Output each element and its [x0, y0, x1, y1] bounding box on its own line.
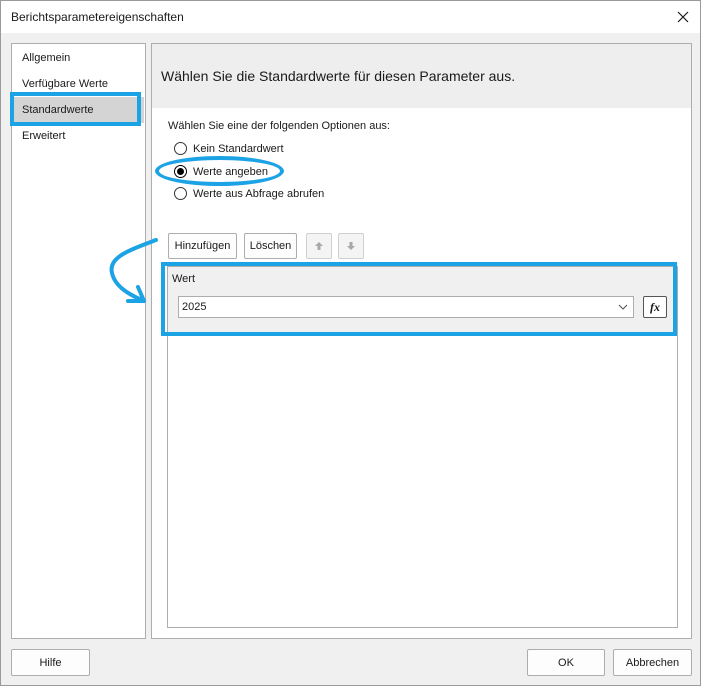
sidebar-item-standardwerte[interactable]: Standardwerte — [13, 97, 144, 123]
dialog: Berichtsparametereigenschaften Allgemein… — [0, 0, 701, 686]
help-button[interactable]: Hilfe — [11, 649, 90, 676]
value-combobox[interactable]: 2025 — [178, 296, 634, 318]
radio-label: Werte aus Abfrage abrufen — [193, 187, 325, 200]
move-up-button[interactable] — [306, 233, 332, 259]
sidebar-item-erweitert[interactable]: Erweitert — [13, 123, 144, 149]
grid-header: Wert — [168, 267, 677, 289]
sidebar-nav: Allgemein Verfügbare Werte Standardwerte… — [11, 43, 146, 639]
radio-kein-standardwert[interactable]: Kein Standardwert — [174, 142, 284, 155]
sidebar-item-allgemein[interactable]: Allgemein — [13, 45, 144, 71]
sidebar-item-verfuegbare-werte[interactable]: Verfügbare Werte — [13, 71, 144, 97]
arrow-up-icon — [315, 242, 323, 250]
value-text: 2025 — [182, 301, 207, 313]
page-title: Wählen Sie die Standardwerte für diesen … — [161, 68, 516, 84]
column-header-wert: Wert — [172, 273, 196, 285]
radio-label: Kein Standardwert — [193, 142, 284, 155]
values-grid: Wert 2025 fx — [167, 266, 678, 628]
radio-dot — [177, 168, 184, 175]
table-row: 2025 fx — [168, 289, 677, 335]
options-label: Wählen Sie eine der folgenden Optionen a… — [168, 120, 390, 132]
radio-circle — [174, 187, 187, 200]
title-bar: Berichtsparametereigenschaften — [1, 1, 700, 33]
close-button[interactable] — [670, 4, 696, 30]
arrow-down-icon — [347, 242, 355, 250]
content-header: Wählen Sie die Standardwerte für diesen … — [152, 44, 691, 108]
sidebar-item-label: Standardwerte — [22, 104, 94, 116]
delete-button[interactable]: Löschen — [244, 233, 297, 259]
radio-circle — [174, 165, 187, 178]
close-icon — [677, 11, 689, 23]
sidebar-item-label: Erweitert — [22, 130, 66, 142]
expression-button[interactable]: fx — [643, 296, 667, 318]
radio-werte-aus-abfrage[interactable]: Werte aus Abfrage abrufen — [174, 187, 324, 200]
sidebar-item-label: Verfügbare Werte — [22, 78, 109, 90]
chevron-down-icon — [618, 304, 628, 310]
cancel-button[interactable]: Abbrechen — [613, 649, 692, 676]
radio-label: Werte angeben — [193, 165, 269, 178]
add-button[interactable]: Hinzufügen — [168, 233, 237, 259]
annotation-arrow-icon — [109, 238, 158, 303]
window-title: Berichtsparametereigenschaften — [11, 10, 184, 24]
content-panel: Wählen Sie die Standardwerte für diesen … — [151, 43, 692, 639]
move-down-button[interactable] — [338, 233, 364, 259]
combo-dropdown[interactable] — [616, 300, 630, 314]
sidebar-item-label: Allgemein — [22, 52, 71, 64]
radio-werte-angeben[interactable]: Werte angeben — [174, 165, 268, 178]
radio-circle — [174, 142, 187, 155]
ok-button[interactable]: OK — [527, 649, 605, 676]
